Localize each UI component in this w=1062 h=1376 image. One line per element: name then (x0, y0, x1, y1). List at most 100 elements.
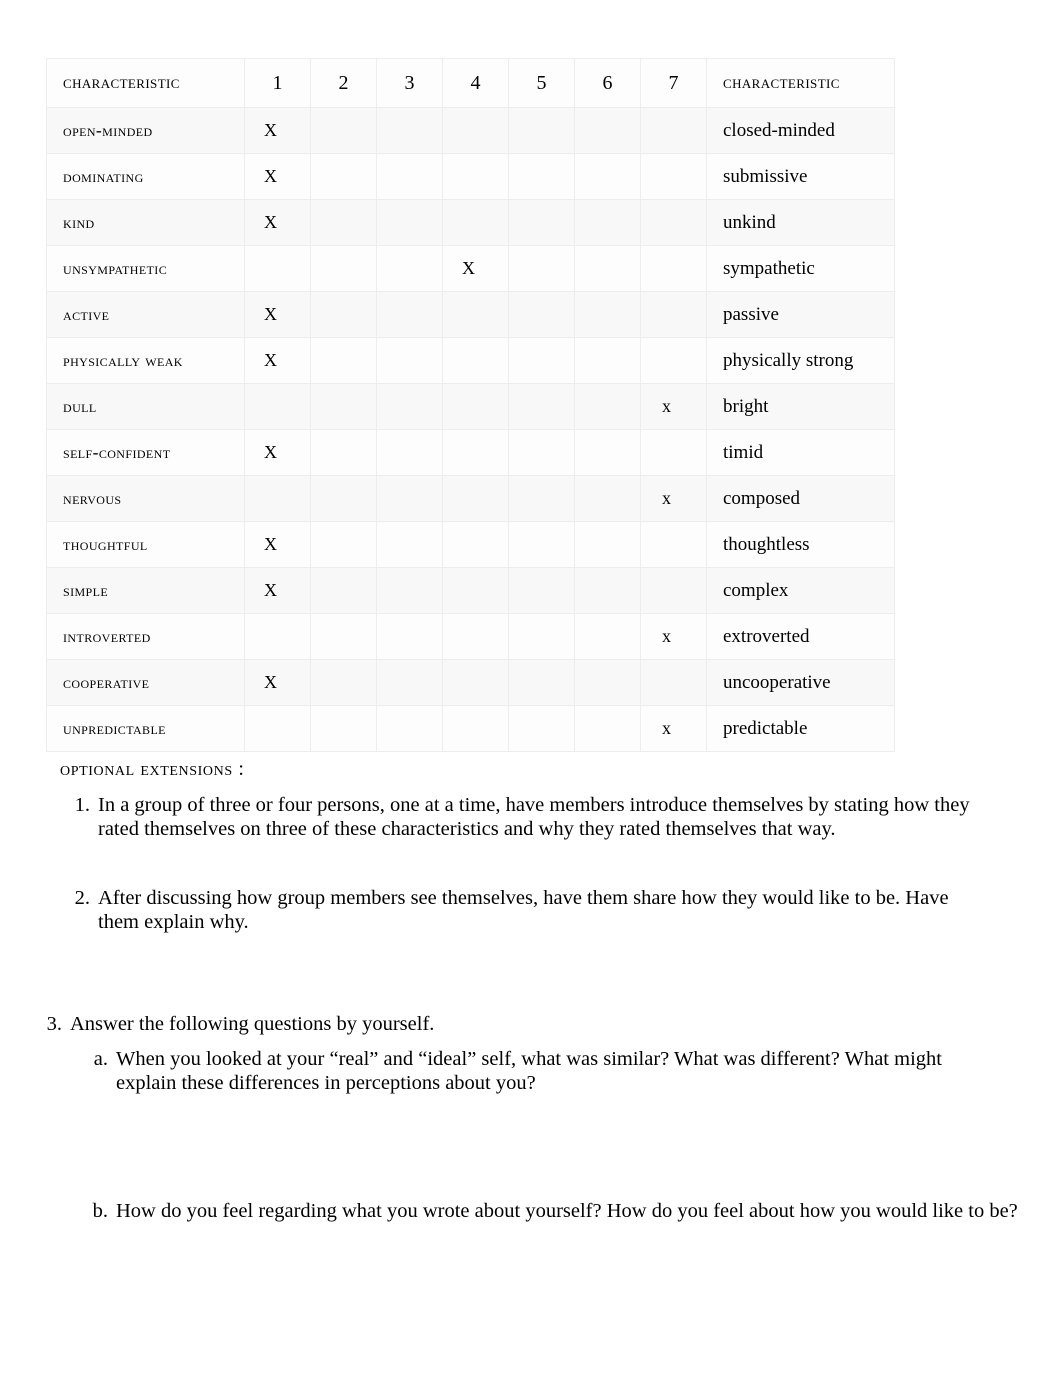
rating-cell-2[interactable] (310, 337, 377, 384)
rating-cell-7[interactable] (640, 521, 707, 568)
rating-cell-3[interactable] (376, 383, 443, 430)
rating-cell-5[interactable] (508, 475, 575, 522)
rating-cell-5[interactable] (508, 291, 575, 338)
rating-cell-7[interactable] (640, 107, 707, 154)
rating-cell-7[interactable] (640, 199, 707, 246)
rating-cell-2[interactable] (310, 475, 377, 522)
rating-mark-7[interactable]: x (640, 383, 707, 430)
rating-cell-3[interactable] (376, 613, 443, 660)
rating-mark-7[interactable]: x (640, 705, 707, 752)
rating-cell-3[interactable] (376, 153, 443, 200)
rating-cell-6[interactable] (574, 521, 641, 568)
rating-cell-4[interactable] (442, 705, 509, 752)
rating-cell-5[interactable] (508, 429, 575, 476)
rating-mark-1[interactable]: X (244, 337, 311, 384)
rating-mark-1[interactable]: X (244, 199, 311, 246)
rating-cell-6[interactable] (574, 337, 641, 384)
rating-mark-1[interactable]: X (244, 521, 311, 568)
rating-cell-4[interactable] (442, 337, 509, 384)
rating-mark-1[interactable]: X (244, 153, 311, 200)
rating-cell-2[interactable] (310, 521, 377, 568)
rating-cell-2[interactable] (310, 429, 377, 476)
rating-cell-4[interactable] (442, 613, 509, 660)
rating-mark-1[interactable]: X (244, 659, 311, 706)
rating-cell-5[interactable] (508, 245, 575, 292)
rating-cell-3[interactable] (376, 567, 443, 614)
rating-cell-3[interactable] (376, 337, 443, 384)
rating-cell-1[interactable] (244, 613, 311, 660)
rating-cell-5[interactable] (508, 199, 575, 246)
rating-mark-1[interactable]: X (244, 429, 311, 476)
rating-cell-2[interactable] (310, 613, 377, 660)
rating-cell-3[interactable] (376, 291, 443, 338)
rating-cell-5[interactable] (508, 383, 575, 430)
rating-cell-6[interactable] (574, 613, 641, 660)
rating-cell-3[interactable] (376, 521, 443, 568)
rating-cell-6[interactable] (574, 291, 641, 338)
rating-cell-2[interactable] (310, 383, 377, 430)
rating-cell-1[interactable] (244, 383, 311, 430)
rating-cell-2[interactable] (310, 107, 377, 154)
rating-cell-6[interactable] (574, 567, 641, 614)
rating-mark-4[interactable]: X (442, 245, 509, 292)
rating-cell-2[interactable] (310, 199, 377, 246)
rating-cell-6[interactable] (574, 705, 641, 752)
rating-cell-3[interactable] (376, 107, 443, 154)
rating-mark-1[interactable]: X (244, 567, 311, 614)
rating-cell-4[interactable] (442, 291, 509, 338)
rating-cell-3[interactable] (376, 245, 443, 292)
rating-cell-3[interactable] (376, 199, 443, 246)
rating-cell-1[interactable] (244, 705, 311, 752)
rating-cell-6[interactable] (574, 659, 641, 706)
rating-cell-5[interactable] (508, 567, 575, 614)
rating-cell-5[interactable] (508, 153, 575, 200)
rating-cell-1[interactable] (244, 245, 311, 292)
rating-mark-7[interactable]: x (640, 475, 707, 522)
rating-cell-4[interactable] (442, 521, 509, 568)
rating-cell-5[interactable] (508, 521, 575, 568)
rating-cell-2[interactable] (310, 705, 377, 752)
rating-cell-4[interactable] (442, 107, 509, 154)
rating-cell-3[interactable] (376, 705, 443, 752)
rating-cell-4[interactable] (442, 567, 509, 614)
rating-cell-7[interactable] (640, 567, 707, 614)
rating-cell-6[interactable] (574, 199, 641, 246)
rating-cell-6[interactable] (574, 245, 641, 292)
rating-cell-4[interactable] (442, 153, 509, 200)
rating-cell-3[interactable] (376, 429, 443, 476)
rating-cell-4[interactable] (442, 429, 509, 476)
rating-cell-6[interactable] (574, 107, 641, 154)
rating-cell-2[interactable] (310, 153, 377, 200)
rating-cell-5[interactable] (508, 613, 575, 660)
rating-cell-2[interactable] (310, 567, 377, 614)
rating-cell-5[interactable] (508, 107, 575, 154)
rating-cell-2[interactable] (310, 659, 377, 706)
rating-cell-3[interactable] (376, 475, 443, 522)
rating-cell-7[interactable] (640, 245, 707, 292)
rating-cell-2[interactable] (310, 291, 377, 338)
rating-mark-1[interactable]: X (244, 107, 311, 154)
row-left-characteristic: self-confident (46, 429, 245, 476)
rating-cell-6[interactable] (574, 429, 641, 476)
rating-mark-1[interactable]: X (244, 291, 311, 338)
rating-cell-6[interactable] (574, 383, 641, 430)
rating-cell-7[interactable] (640, 291, 707, 338)
rating-cell-5[interactable] (508, 337, 575, 384)
rating-cell-4[interactable] (442, 199, 509, 246)
rating-cell-1[interactable] (244, 475, 311, 522)
rating-cell-7[interactable] (640, 429, 707, 476)
rating-cell-5[interactable] (508, 659, 575, 706)
rating-cell-4[interactable] (442, 659, 509, 706)
rating-cell-7[interactable] (640, 659, 707, 706)
rating-cell-7[interactable] (640, 153, 707, 200)
rating-cell-6[interactable] (574, 153, 641, 200)
rating-cell-4[interactable] (442, 383, 509, 430)
rating-cell-5[interactable] (508, 705, 575, 752)
extension-subitem-b: b. How do you feel regarding what you wr… (90, 1200, 1020, 1224)
rating-cell-2[interactable] (310, 245, 377, 292)
rating-mark-7[interactable]: x (640, 613, 707, 660)
rating-cell-6[interactable] (574, 475, 641, 522)
rating-cell-4[interactable] (442, 475, 509, 522)
rating-cell-7[interactable] (640, 337, 707, 384)
rating-cell-3[interactable] (376, 659, 443, 706)
